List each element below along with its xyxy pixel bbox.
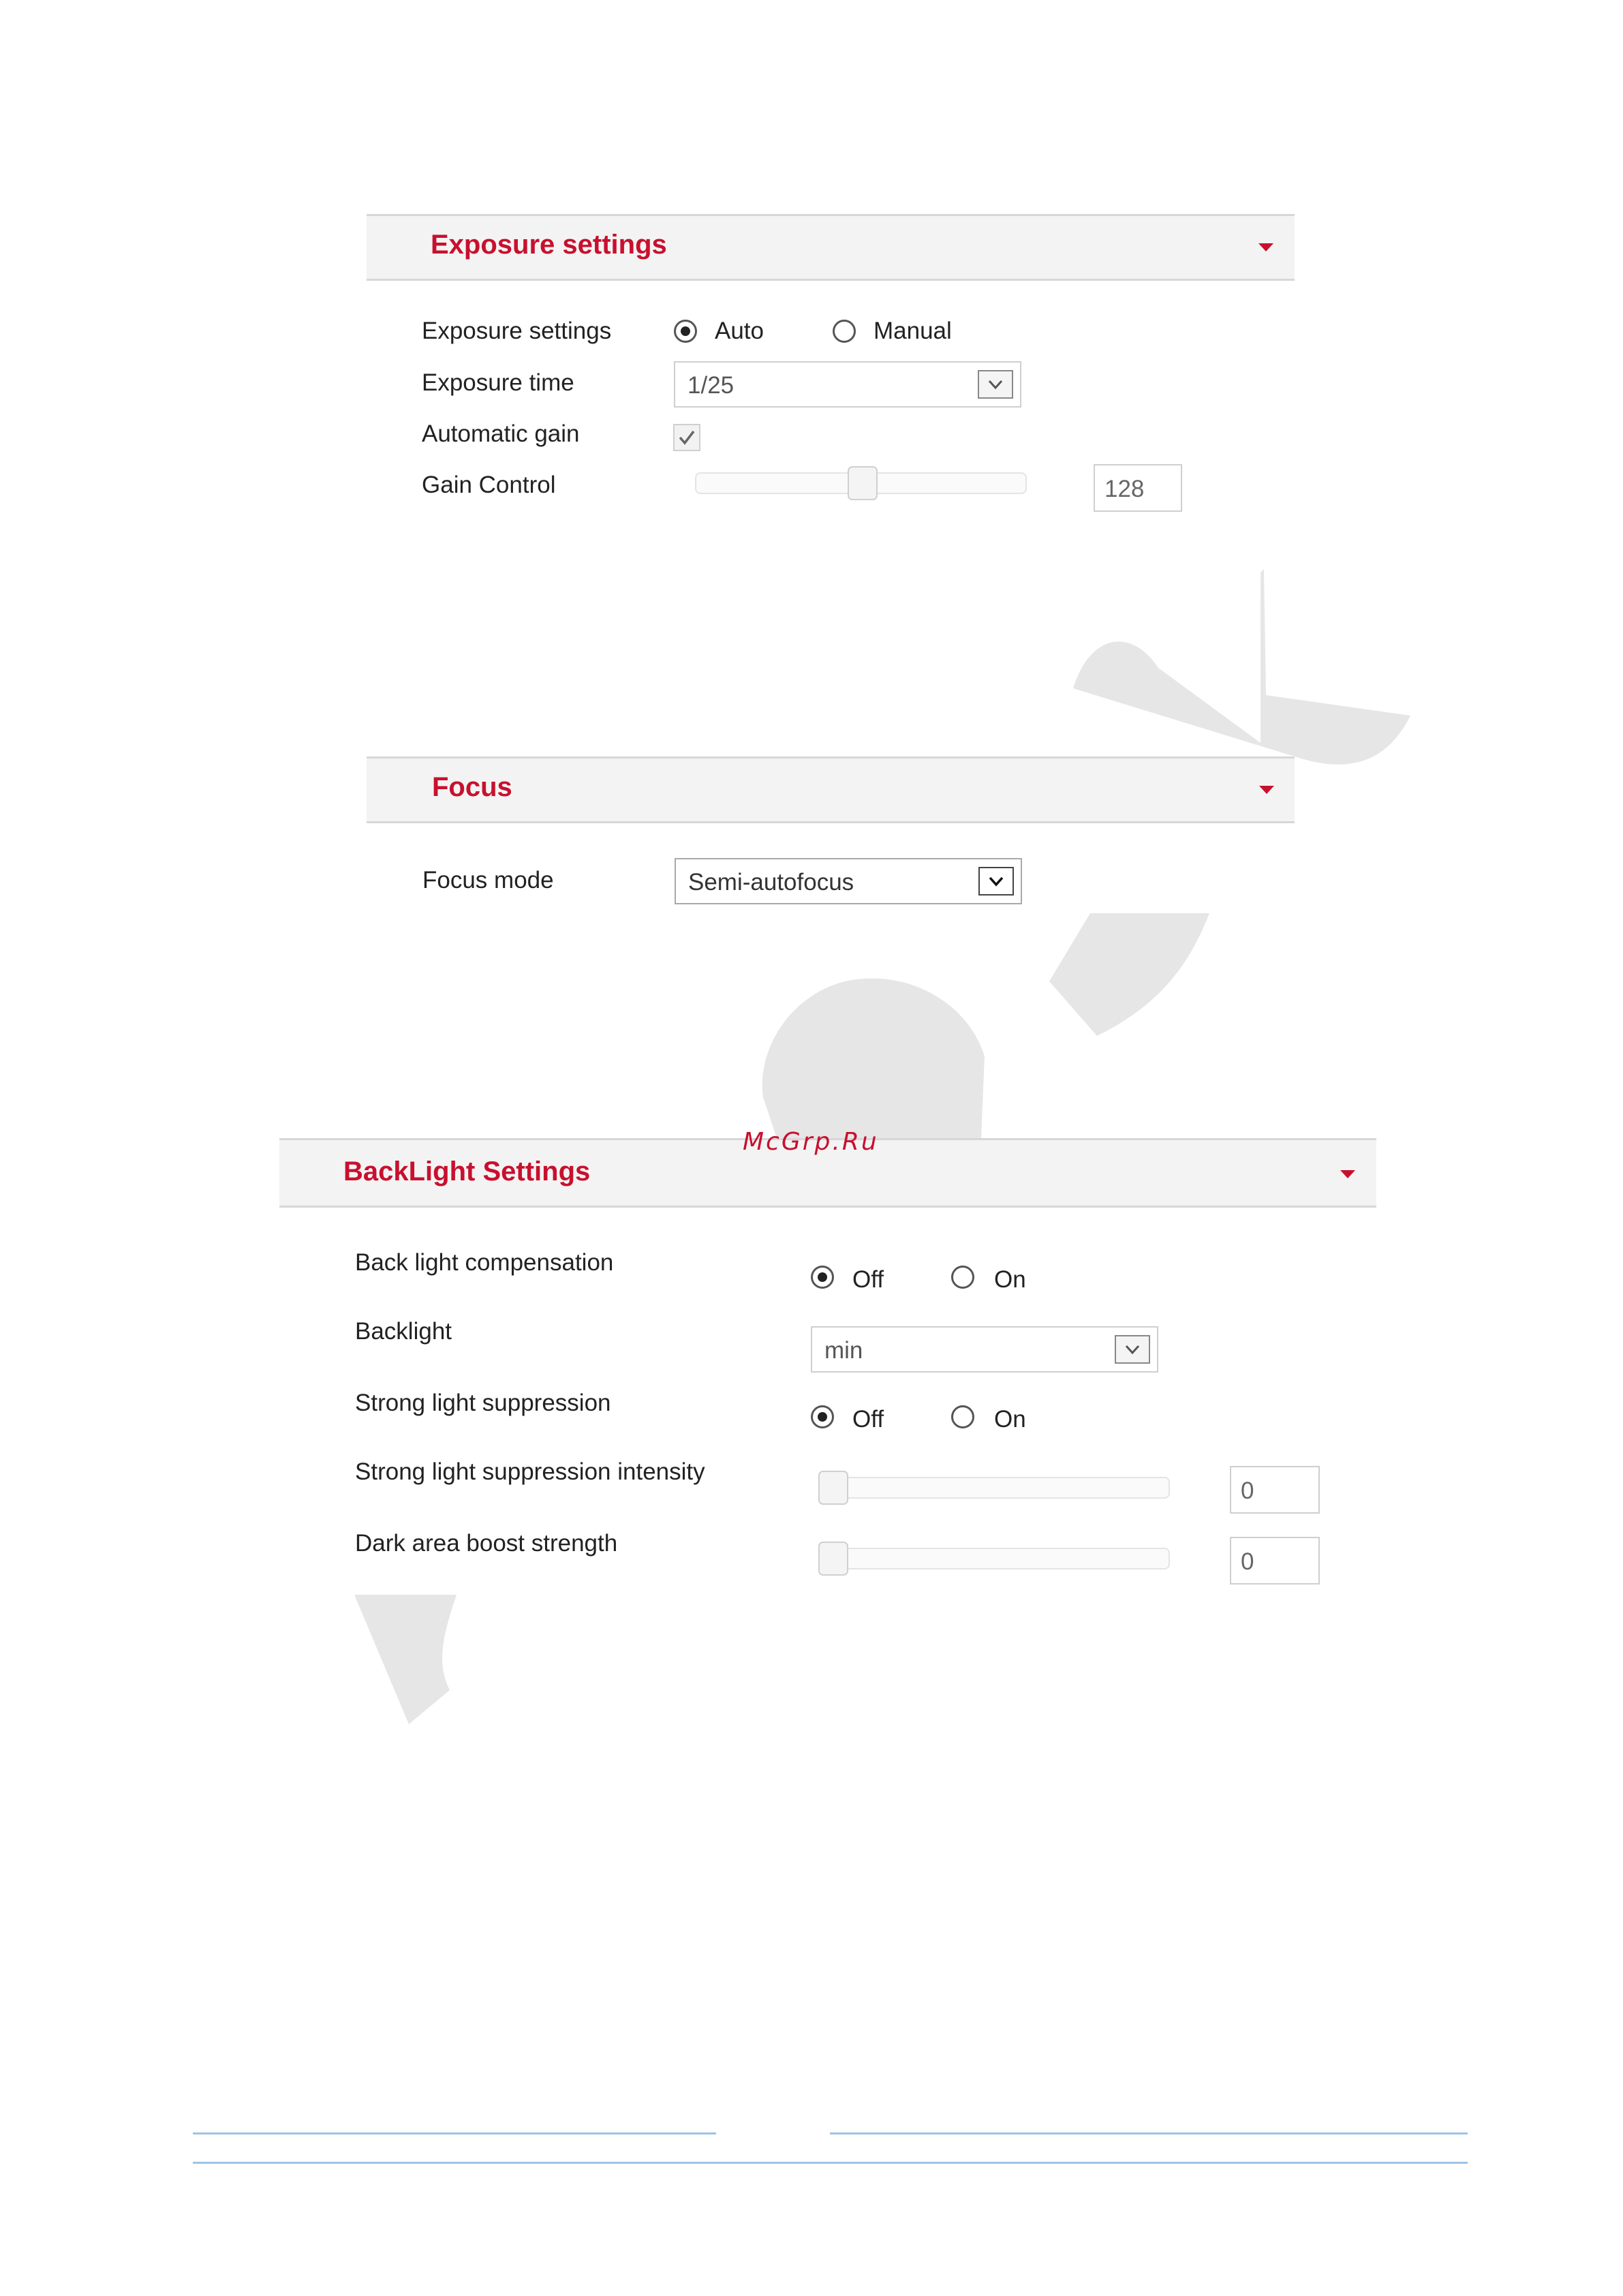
focus-mode-label: Focus mode [422, 867, 554, 893]
back-light-compensation-off-label[interactable]: Off [852, 1266, 884, 1294]
strong-light-suppression-off-radio[interactable] [811, 1405, 834, 1428]
back-light-compensation-on-radio[interactable] [951, 1266, 974, 1289]
panel-title: Exposure settings [431, 230, 667, 260]
automatic-gain-checkbox[interactable] [673, 424, 700, 451]
strong-light-suppression-intensity-label: Strong light suppression intensity [355, 1458, 705, 1485]
chevron-down-icon[interactable] [978, 867, 1014, 896]
focus-header[interactable]: Focus [367, 756, 1295, 823]
exposure-settings-header[interactable]: Exposure settings [367, 214, 1295, 281]
strong-light-suppression-intensity-slider[interactable] [818, 1471, 1170, 1505]
strong-light-suppression-intensity-value: 0 [1241, 1478, 1254, 1504]
exposure-time-value: 1/25 [687, 372, 735, 399]
caret-down-icon[interactable] [1340, 1170, 1355, 1178]
chevron-down-icon[interactable] [1115, 1335, 1150, 1364]
strong-light-suppression-label: Strong light suppression [355, 1390, 611, 1416]
checkmark-icon [679, 430, 695, 445]
dark-area-boost-strength-slider-thumb[interactable] [818, 1542, 848, 1576]
chevron-down-icon[interactable] [978, 370, 1013, 399]
strong-light-suppression-on-radio[interactable] [951, 1405, 974, 1428]
focus-panel: Focus Focus mode Semi-autofocus [367, 756, 1295, 913]
caret-down-icon[interactable] [1259, 786, 1274, 794]
exposure-manual-radio[interactable] [833, 320, 856, 343]
back-light-compensation-off-radio[interactable] [811, 1266, 834, 1289]
dark-area-boost-strength-slider[interactable] [818, 1542, 1170, 1576]
watermark-text: McGrp.Ru [743, 1128, 879, 1156]
exposure-time-select[interactable]: 1/25 [674, 361, 1021, 408]
exposure-time-label: Exposure time [422, 369, 574, 396]
exposure-auto-radio[interactable] [674, 320, 697, 343]
focus-mode-select[interactable]: Semi-autofocus [675, 858, 1022, 904]
footer-divider-right [830, 2132, 1468, 2134]
backlight-settings-panel: BackLight Settings Back light compensati… [279, 1138, 1376, 1602]
backlight-label: Backlight [355, 1318, 452, 1345]
back-light-compensation-label: Back light compensation [355, 1249, 614, 1276]
exposure-manual-label[interactable]: Manual [874, 318, 952, 345]
footer-divider-left [193, 2132, 716, 2134]
panel-title: BackLight Settings [343, 1157, 591, 1187]
strong-light-suppression-intensity-value-field[interactable]: 0 [1230, 1466, 1320, 1514]
back-light-compensation-on-label[interactable]: On [994, 1266, 1026, 1294]
strong-light-suppression-on-label[interactable]: On [994, 1406, 1026, 1433]
automatic-gain-label: Automatic gain [422, 420, 580, 447]
exposure-settings-panel: Exposure settings Exposure settings Auto… [367, 214, 1295, 527]
backlight-select[interactable]: min [811, 1326, 1158, 1373]
backlight-value: min [824, 1337, 863, 1364]
caret-down-icon[interactable] [1258, 243, 1273, 251]
exposure-mode-label: Exposure settings [422, 318, 612, 344]
dark-area-boost-strength-value: 0 [1241, 1548, 1254, 1575]
dark-area-boost-strength-label: Dark area boost strength [355, 1530, 618, 1557]
gain-control-value-field[interactable]: 128 [1094, 464, 1182, 512]
gain-control-slider[interactable] [695, 466, 1027, 500]
footer-divider-full [193, 2162, 1468, 2164]
gain-control-label: Gain Control [422, 472, 556, 498]
focus-mode-value: Semi-autofocus [688, 869, 854, 896]
gain-control-value: 128 [1104, 476, 1145, 502]
dark-area-boost-strength-value-field[interactable]: 0 [1230, 1537, 1320, 1585]
strong-light-suppression-intensity-slider-thumb[interactable] [818, 1471, 848, 1505]
exposure-auto-label[interactable]: Auto [715, 318, 764, 345]
gain-control-slider-thumb[interactable] [848, 466, 878, 500]
panel-title: Focus [432, 772, 512, 802]
strong-light-suppression-off-label[interactable]: Off [852, 1406, 884, 1433]
